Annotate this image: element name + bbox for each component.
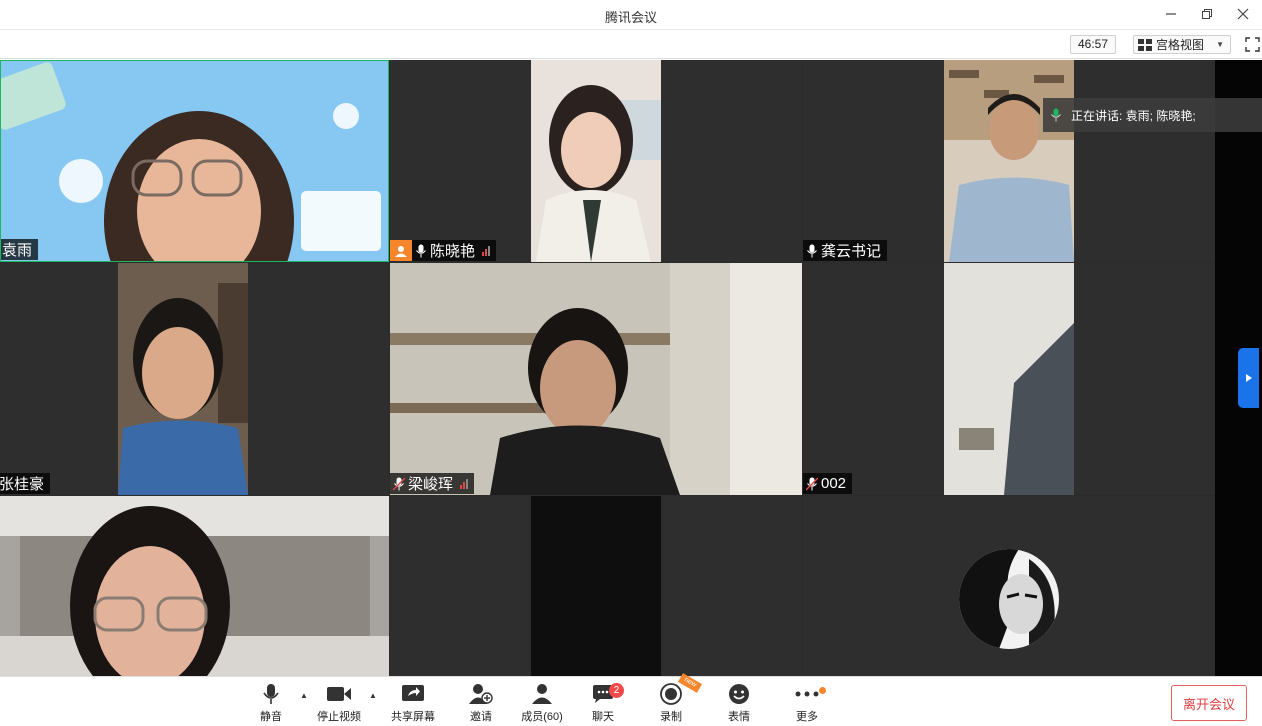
record-button[interactable]: new 录制	[641, 673, 703, 724]
meeting-timer: 46:57	[1070, 35, 1116, 54]
camera-icon	[327, 687, 351, 701]
participant-video	[944, 60, 1074, 262]
record-icon	[660, 683, 682, 705]
participant-name: 张桂豪	[0, 476, 45, 493]
grid-view-icon	[1138, 38, 1152, 51]
participant-name-tag: 张桂豪	[0, 473, 51, 494]
participant-name: 梁峻珲	[408, 476, 454, 493]
more-button[interactable]: 更多	[777, 682, 837, 724]
window-title: 腾讯会议	[604, 10, 657, 25]
participant-name: 陈晓艳	[430, 243, 476, 260]
chevron-down-icon: ▼	[1216, 40, 1224, 49]
video-tile[interactable]: 002	[803, 263, 1215, 495]
chat-button[interactable]: 2 聊天	[573, 682, 633, 724]
video-tile[interactable]: 袁雨	[0, 60, 389, 262]
more-icon	[795, 691, 819, 697]
microphone-icon	[416, 244, 426, 257]
participant-name-tag: 龚云书记	[803, 240, 888, 261]
reactions-button[interactable]: 表情	[709, 682, 769, 724]
share-screen-button[interactable]: 共享屏幕	[383, 682, 443, 724]
participant-name: 袁雨	[2, 242, 33, 259]
notification-dot	[819, 687, 826, 694]
participant-video	[944, 263, 1074, 495]
avatar	[959, 549, 1059, 649]
minimize-icon[interactable]	[1160, 4, 1182, 24]
participant-name-tag: 002	[803, 473, 853, 494]
invite-button[interactable]: 邀请	[451, 682, 511, 724]
participant-video	[0, 496, 389, 676]
meeting-toolbar: 静音 ▲ 停止视频 ▲ 共享屏幕 邀请 成员(60) 2 聊天 new 录制 表…	[0, 673, 1262, 726]
signal-strength-icon	[460, 478, 469, 489]
host-icon	[390, 240, 412, 261]
microphone-muted-icon	[806, 476, 818, 491]
close-icon[interactable]	[1232, 4, 1254, 24]
add-user-icon	[469, 684, 493, 704]
speaking-indicator: 正在讲话: 袁雨; 陈晓艳;	[1043, 98, 1262, 132]
video-tile[interactable]	[390, 496, 802, 676]
leave-meeting-button[interactable]: 离开会议	[1171, 685, 1247, 721]
title-bar: 腾讯会议	[0, 0, 1262, 30]
chat-unread-badge: 2	[609, 683, 624, 698]
video-grid: 袁雨 陈晓艳 龚云书记 张桂豪 梁峻珲 002	[0, 60, 1215, 676]
members-button[interactable]: 成员(60)	[512, 682, 572, 724]
participant-video	[1, 61, 388, 261]
mute-options-caret[interactable]: ▲	[300, 691, 308, 700]
video-tile[interactable]	[803, 496, 1215, 676]
participant-video	[531, 60, 661, 262]
speaking-text: 正在讲话: 袁雨; 陈晓艳;	[1071, 108, 1196, 123]
participant-name: 龚云书记	[821, 243, 882, 260]
participant-name-tag: 梁峻珲	[390, 473, 475, 494]
participant-video	[118, 263, 248, 495]
restore-icon[interactable]	[1196, 4, 1218, 24]
participant-name: 002	[821, 475, 847, 492]
view-mode-select[interactable]: 宫格视图 ▼	[1133, 35, 1231, 54]
participant-name-tag: 陈晓艳	[390, 240, 497, 261]
video-tile[interactable]	[0, 496, 389, 676]
video-tile[interactable]: 龚云书记	[803, 60, 1215, 262]
microphone-icon	[807, 244, 817, 257]
video-tile[interactable]: 张桂豪	[0, 263, 389, 495]
stop-video-button[interactable]: 停止视频	[309, 682, 369, 724]
participant-name-tag: 袁雨	[1, 239, 39, 260]
participant-video	[531, 496, 661, 676]
video-tile[interactable]: 陈晓艳	[390, 60, 802, 262]
microphone-icon	[1051, 108, 1061, 122]
mute-button[interactable]: 静音	[241, 682, 301, 724]
fullscreen-icon[interactable]	[1245, 37, 1260, 52]
chevron-right-icon	[1245, 374, 1252, 382]
view-mode-label: 宫格视图	[1156, 38, 1205, 52]
members-icon	[532, 684, 552, 704]
microphone-icon	[263, 684, 279, 704]
video-options-caret[interactable]: ▲	[369, 691, 377, 700]
video-tile[interactable]: 梁峻珲	[390, 263, 802, 495]
emoji-icon	[729, 684, 749, 704]
share-screen-icon	[402, 685, 424, 701]
signal-strength-icon	[482, 245, 491, 256]
participant-video	[390, 263, 802, 495]
meeting-info-bar: 46:57 宫格视图 ▼	[0, 30, 1262, 59]
microphone-muted-icon	[393, 476, 405, 491]
expand-sidebar-button[interactable]	[1238, 348, 1259, 408]
